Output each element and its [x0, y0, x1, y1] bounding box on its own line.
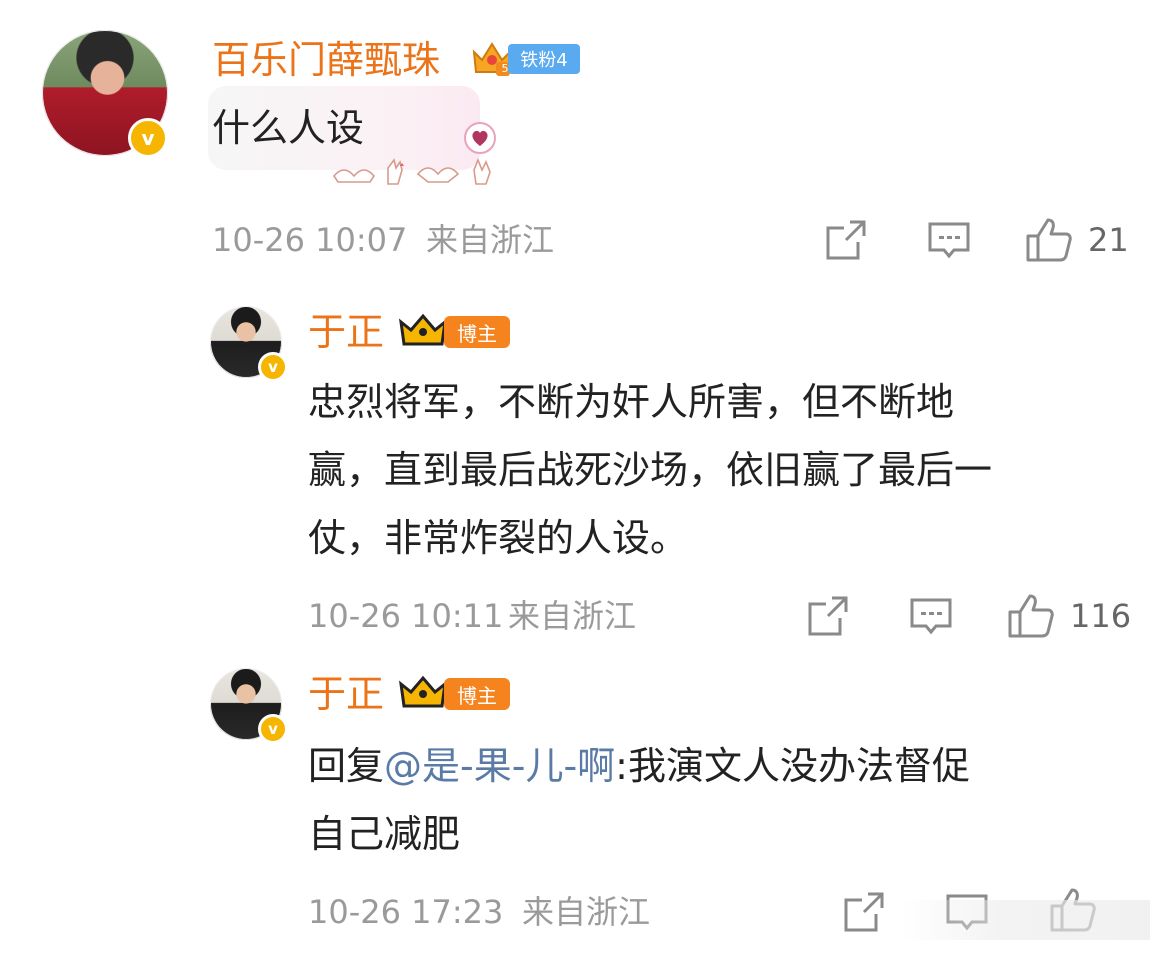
comment-location: 来自浙江 — [522, 893, 651, 931]
verified-v-icon: v — [258, 714, 288, 744]
reply-text-line: 忠烈将军，不断为奸人所害，但不断地 — [308, 380, 955, 424]
reply-text: 回复@是-果-儿-啊:我演文人没办法督促 自己减肥 — [308, 732, 1148, 868]
reply-text-line: 赢，直到最后战死沙场，依旧赢了最后一 — [308, 448, 993, 492]
comment-icon[interactable] — [926, 218, 972, 264]
mention-link[interactable]: @是-果-儿-啊 — [384, 744, 615, 788]
share-icon[interactable] — [806, 594, 850, 638]
verified-v-icon: v — [128, 118, 168, 158]
crown-icon — [399, 313, 447, 346]
comment-time: 10-26 10:07 — [212, 221, 408, 259]
watermark-overlay — [900, 900, 1150, 940]
share-icon[interactable] — [842, 890, 886, 934]
reply-username[interactable]: 于正 — [308, 306, 384, 358]
verified-v-icon: v — [258, 352, 288, 382]
hand-gesture-icon — [333, 157, 491, 185]
comment-text: 什么人设 — [212, 106, 365, 150]
role-badge[interactable]: 博主 — [398, 674, 512, 714]
comment-time: 10-26 17:23 — [308, 893, 504, 931]
crown-icon — [399, 675, 447, 708]
comment-icon[interactable] — [908, 594, 954, 640]
heart-icon — [464, 122, 496, 154]
comment-time: 10-26 10:11 — [308, 597, 504, 635]
thumbs-up-icon[interactable] — [1024, 216, 1074, 264]
reply-username[interactable]: 于正 — [308, 668, 384, 720]
reply-text-line: 回复@是-果-儿-啊:我演文人没办法督促 — [308, 732, 1148, 800]
reply-text: 忠烈将军，不断为奸人所害，但不断地 赢，直到最后战死沙场，依旧赢了最后一 仗，非… — [308, 368, 1148, 572]
fan-badge[interactable]: 5 铁粉4 — [470, 38, 582, 78]
role-badge[interactable]: 博主 — [398, 312, 512, 352]
like-count: 21 — [1088, 221, 1129, 259]
comment-location: 来自浙江 — [426, 221, 555, 259]
reply-text-line: 自己减肥 — [308, 812, 461, 856]
thumbs-up-icon[interactable] — [1006, 592, 1056, 640]
like-count: 116 — [1070, 597, 1132, 635]
role-badge-label: 博主 — [444, 678, 510, 710]
share-icon[interactable] — [824, 218, 868, 262]
reply-text-line: 仗，非常炸裂的人设。 — [308, 516, 689, 560]
fan-badge-label: 铁粉4 — [508, 44, 580, 74]
comment-username[interactable]: 百乐门薛甄珠 — [212, 34, 440, 86]
reply-text-content: :我演文人没办法督促 — [615, 744, 970, 788]
comment-location: 来自浙江 — [508, 597, 637, 635]
reply-prefix: 回复 — [308, 744, 385, 788]
role-badge-label: 博主 — [444, 316, 510, 348]
